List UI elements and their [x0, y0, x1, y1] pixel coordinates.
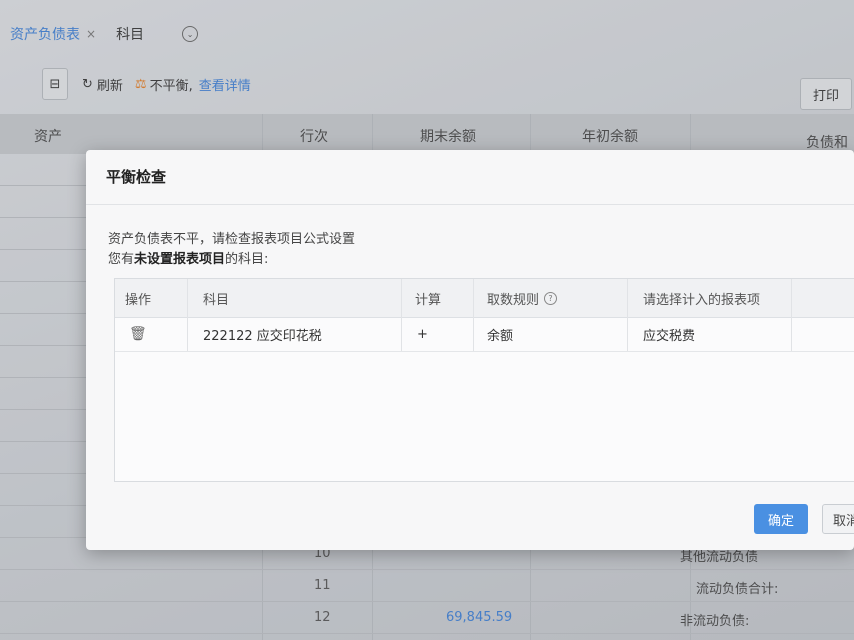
table-row: 🗑 222122 应交印花税 + 余额 应交税费 — [115, 317, 854, 352]
cancel-button[interactable]: 取消 — [822, 504, 854, 534]
dialog-title: 平衡检查 — [106, 168, 167, 186]
col-op: 操作 — [125, 292, 152, 308]
col-rule: 取数规则 ? — [487, 279, 558, 317]
delete-button[interactable]: 🗑 — [129, 317, 147, 351]
col-target: 请选择计入的报表项 — [643, 292, 761, 308]
confirm-button[interactable]: 确定 — [754, 504, 808, 534]
rule-label: 取数规则 — [487, 292, 540, 308]
dialog-divider — [86, 204, 854, 205]
col-calc: 计算 — [415, 292, 442, 308]
app-screen: 资产负债表 × 科目 ⌄ ⊟ ↻ 刷新 ⚖ 不平衡, 查看详情 打印 资产 行次… — [0, 0, 854, 640]
help-icon[interactable]: ? — [544, 291, 558, 305]
balance-check-dialog: 平衡检查 资产负债表不平，请检查报表项目公式设置 您有未设置报表项目的科目: 操… — [86, 150, 854, 550]
message-line-2: 您有未设置报表项目的科目: — [108, 250, 355, 270]
message-prefix: 您有 — [108, 252, 135, 267]
col-account: 科目 — [203, 292, 230, 308]
rule-cell[interactable]: 余额 — [487, 317, 513, 351]
calc-cell[interactable]: + — [417, 317, 428, 351]
target-select[interactable]: 应交税费 — [643, 317, 695, 351]
dialog-message: 资产负债表不平，请检查报表项目公式设置 您有未设置报表项目的科目: — [108, 230, 355, 270]
account-cell: 222122 应交印花税 — [203, 328, 322, 344]
message-line-1: 资产负债表不平，请检查报表项目公式设置 — [108, 232, 356, 247]
message-emphasis: 未设置报表项目 — [134, 252, 226, 267]
trash-icon: 🗑 — [129, 326, 147, 342]
message-suffix: 的科目: — [225, 252, 269, 267]
table-header: 操作 科目 计算 取数规则 ? 请选择计入的报表项 — [115, 279, 854, 318]
unassigned-accounts-table: 操作 科目 计算 取数规则 ? 请选择计入的报表项 🗑 222122 应交印花税… — [114, 278, 854, 482]
